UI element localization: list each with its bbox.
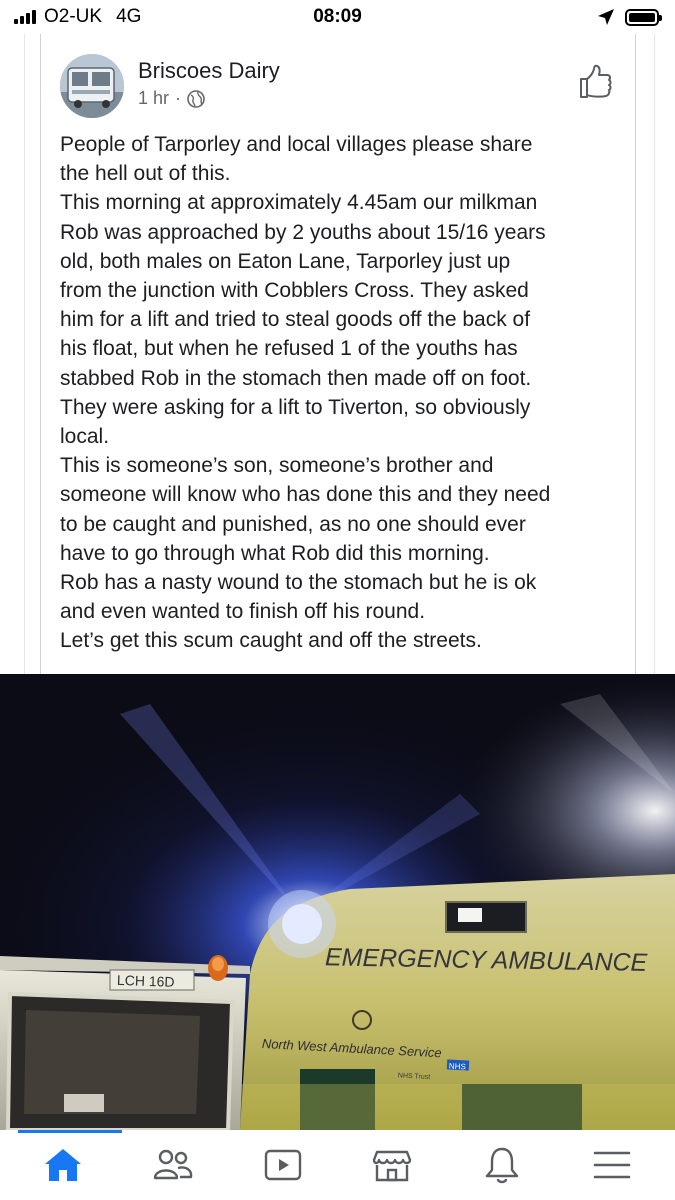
post-text-line: Rob has a nasty wound to the stomach but… bbox=[60, 571, 537, 595]
post-text-line: from the junction with Cobblers Cross. T… bbox=[60, 279, 529, 303]
status-bar: O2-UK 4G 08:09 bbox=[0, 0, 675, 34]
feed-divider-right bbox=[654, 34, 655, 674]
marketplace-icon bbox=[373, 1150, 412, 1182]
video-icon bbox=[264, 1149, 301, 1181]
nav-marketplace[interactable] bbox=[347, 1130, 437, 1200]
status-right bbox=[597, 8, 662, 26]
post-text-line: local. bbox=[60, 425, 110, 449]
meta-separator: · bbox=[175, 88, 182, 108]
post-card: Briscoes Dairy 1 hr · People of Tarporle… bbox=[40, 34, 636, 674]
float-plate: LCH 16D bbox=[117, 972, 175, 990]
network-label: 4G bbox=[116, 6, 142, 27]
menu-icon bbox=[593, 1151, 631, 1179]
post-text-line: someone will know who has done this and … bbox=[60, 483, 551, 507]
post-timestamp[interactable]: 1 hr bbox=[138, 88, 169, 109]
nav-menu[interactable] bbox=[567, 1130, 657, 1200]
post-text-line: stabbed Rob in the stomach then made off… bbox=[60, 366, 532, 390]
post-text-line: Rob was approached by 2 youths about 15/… bbox=[60, 220, 546, 244]
battery-icon bbox=[625, 8, 662, 26]
bottom-navigation bbox=[0, 1130, 675, 1200]
post-text-line: Let’s get this scum caught and off the s… bbox=[60, 629, 482, 653]
author-name[interactable]: Briscoes Dairy bbox=[138, 58, 280, 84]
bell-icon bbox=[486, 1147, 519, 1184]
location-arrow-icon bbox=[598, 9, 614, 25]
ambulance-label: EMERGENCY AMBULANCE bbox=[325, 943, 648, 977]
nav-watch[interactable] bbox=[238, 1130, 328, 1200]
post-text-line: This is someone’s son, someone’s brother… bbox=[60, 454, 494, 478]
post-text-line: have to go through what Rob did this mor… bbox=[60, 541, 490, 565]
nav-friends[interactable] bbox=[128, 1130, 218, 1200]
status-left: O2-UK 4G bbox=[14, 6, 141, 28]
post-text-line: People of Tarporley and local villages p… bbox=[60, 133, 533, 156]
feed-divider-left bbox=[24, 34, 25, 674]
post-text-line: old, both males on Eaton Lane, Tarporley… bbox=[60, 249, 511, 273]
post-text-line: to be caught and punished, as no one sho… bbox=[60, 512, 526, 536]
post-text-line: They were asking for a lift to Tiverton,… bbox=[60, 395, 531, 419]
post-text-line: and even wanted to finish off his round. bbox=[60, 600, 426, 624]
post-photo[interactable]: EMERGENCY AMBULANCE North West Ambulance… bbox=[0, 674, 675, 1130]
carrier-label: O2-UK bbox=[44, 6, 103, 27]
signal-icon bbox=[14, 10, 36, 24]
like-thumb-icon[interactable] bbox=[578, 64, 614, 100]
post-text-line: his float, but when he refused 1 of the … bbox=[60, 337, 518, 361]
post-meta: 1 hr · bbox=[138, 88, 205, 109]
ambulance-photo: EMERGENCY AMBULANCE North West Ambulance… bbox=[0, 674, 675, 1130]
post-text-line: the hell out of this. bbox=[60, 162, 231, 186]
home-icon bbox=[44, 1149, 81, 1181]
globe-icon bbox=[187, 89, 205, 108]
nav-home[interactable] bbox=[17, 1130, 122, 1200]
nhs-badge: NHS bbox=[449, 1062, 466, 1072]
nav-notifications[interactable] bbox=[457, 1130, 547, 1200]
post-text-line: This morning at approximately 4.45am our… bbox=[60, 191, 538, 215]
avatar[interactable] bbox=[60, 54, 124, 118]
post-text-line: him for a lift and tried to steal goods … bbox=[60, 308, 531, 332]
friends-icon bbox=[153, 1149, 192, 1180]
post-body: People of Tarporley and local villages p… bbox=[60, 130, 620, 656]
post-header: Briscoes Dairy 1 hr · bbox=[60, 54, 620, 118]
